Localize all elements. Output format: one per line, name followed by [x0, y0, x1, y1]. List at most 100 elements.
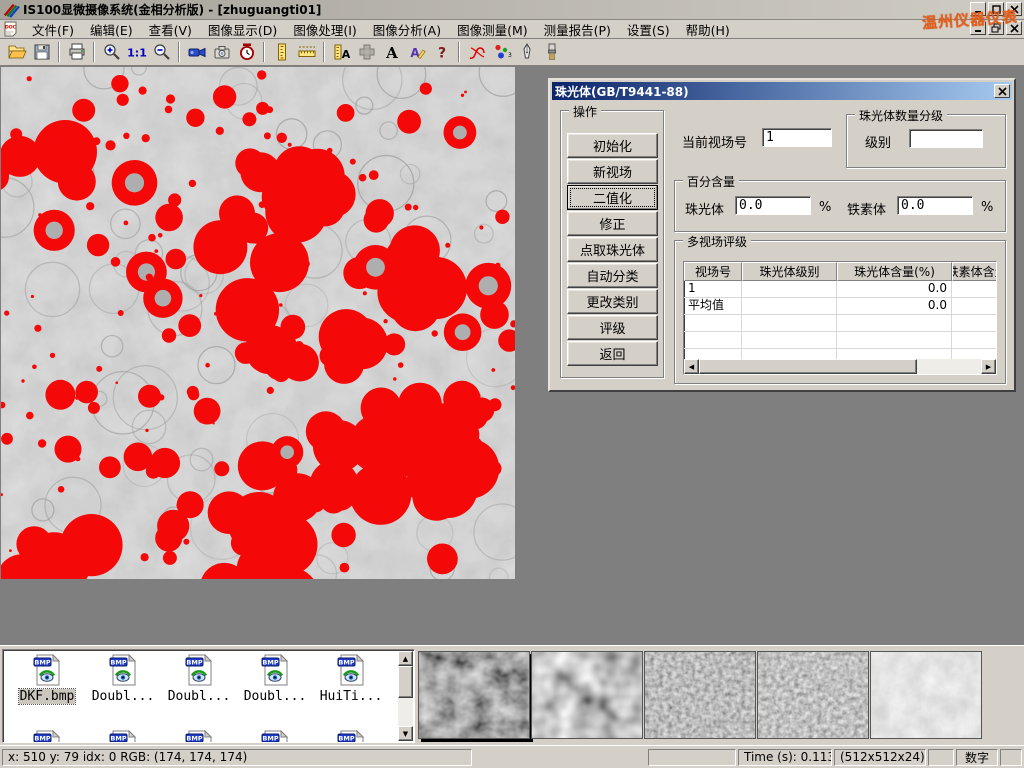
menu-item-0[interactable]: 文件(F) — [24, 19, 82, 40]
open-icon[interactable] — [4, 40, 29, 64]
thumbnail-image[interactable] — [531, 651, 643, 739]
file-browser: ▲ ▼ BMPDKF.bmpBMPDoubl...BMPDoubl...BMPD… — [2, 649, 415, 743]
op-button-5[interactable]: 自动分类 — [567, 263, 658, 288]
dialog-title-bar[interactable]: 珠光体(GB/T9441-88) — [552, 82, 1012, 100]
caliper-icon[interactable] — [269, 40, 294, 64]
timer-icon[interactable] — [234, 40, 259, 64]
table-column-header[interactable]: 铁素体含量(%) — [952, 262, 997, 281]
document-icon[interactable]: DOC — [3, 21, 20, 37]
mdi-close-button[interactable] — [1006, 21, 1022, 35]
file-scroll-thumb[interactable] — [398, 666, 413, 698]
minimize-button[interactable] — [970, 2, 986, 16]
op-button-8[interactable]: 返回 — [567, 341, 658, 366]
op-button-0[interactable]: 初始化 — [567, 133, 658, 158]
menu-item-6[interactable]: 图像测量(M) — [449, 19, 536, 40]
pattern-stamp-icon[interactable] — [354, 40, 379, 64]
thumbnail-image[interactable] — [757, 651, 869, 739]
ferrite-percent-input[interactable] — [897, 196, 973, 215]
annotate-icon[interactable]: A — [404, 40, 429, 64]
svg-text:A: A — [341, 48, 350, 61]
table-body: 10.0平均值0.0 — [684, 281, 996, 366]
file-name: Doubl... — [91, 689, 156, 704]
ruler-icon[interactable] — [294, 40, 319, 64]
table-hscrollbar[interactable]: ◀ ▶ — [684, 359, 996, 374]
menu-item-8[interactable]: 设置(S) — [619, 19, 678, 40]
op-button-4[interactable]: 点取珠光体 — [567, 237, 658, 262]
maximize-button[interactable] — [988, 2, 1004, 16]
mode-status: 数字 — [956, 749, 998, 766]
level-input[interactable] — [909, 129, 983, 148]
menu-item-7[interactable]: 测量报告(P) — [536, 19, 619, 40]
pearlite-dialog: 珠光体(GB/T9441-88) 操作 初始化新视场二值化修正点取珠光体自动分类… — [548, 78, 1016, 392]
file-vscrollbar[interactable]: ▲ ▼ — [398, 651, 413, 741]
table-cell — [684, 332, 742, 348]
mdi-restore-button[interactable] — [988, 21, 1004, 35]
menu-item-9[interactable]: 帮助(H) — [678, 19, 738, 40]
print-icon[interactable] — [64, 40, 89, 64]
thumbnail-image[interactable] — [418, 651, 530, 739]
spline-icon[interactable] — [464, 40, 489, 64]
zoom-out-icon[interactable] — [149, 40, 174, 64]
file-item[interactable]: BMPDoubl... — [163, 654, 235, 704]
menu-item-4[interactable]: 图像处理(I) — [285, 19, 364, 40]
scroll-thumb[interactable] — [699, 359, 917, 374]
table-cell — [742, 315, 837, 331]
file-item[interactable]: BMPDoubl... — [239, 654, 311, 704]
menu-item-1[interactable]: 编辑(E) — [82, 19, 141, 40]
metallographic-image[interactable] — [1, 67, 515, 579]
bottom-panel: ▲ ▼ BMPDKF.bmpBMPDoubl...BMPDoubl...BMPD… — [0, 645, 1024, 745]
file-item[interactable]: BMP — [239, 730, 311, 743]
table-cell — [837, 332, 952, 348]
op-button-6[interactable]: 更改类别 — [567, 289, 658, 314]
file-item[interactable]: BMPDoubl... — [87, 654, 159, 704]
zoom-in-icon[interactable] — [99, 40, 124, 64]
dialog-close-button[interactable] — [994, 84, 1010, 98]
bmp-file-icon: BMP — [108, 675, 138, 689]
table-row[interactable]: 10.0 — [684, 281, 996, 298]
thumbnail-image[interactable] — [870, 651, 982, 739]
file-item[interactable]: BMPHuiTi... — [315, 654, 387, 704]
file-item[interactable]: BMP — [315, 730, 387, 743]
camera-icon[interactable] — [209, 40, 234, 64]
op-button-7[interactable]: 评级 — [567, 315, 658, 340]
file-item[interactable]: BMP — [87, 730, 159, 743]
save-icon[interactable] — [29, 40, 54, 64]
scroll-right-button[interactable]: ▶ — [981, 359, 996, 374]
text-icon[interactable]: A — [379, 40, 404, 64]
table-row[interactable]: 平均值0.0 — [684, 298, 996, 315]
file-item[interactable]: BMPDKF.bmp — [11, 654, 83, 704]
close-button[interactable] — [1006, 2, 1022, 16]
file-item[interactable]: BMP — [163, 730, 235, 743]
actual-size-icon[interactable]: 1:1 — [124, 40, 149, 64]
scroll-left-button[interactable]: ◀ — [684, 359, 699, 374]
table-row[interactable] — [684, 315, 996, 332]
file-item[interactable]: BMP — [11, 730, 83, 743]
menu-item-3[interactable]: 图像显示(D) — [200, 19, 285, 40]
table-column-header[interactable]: 视场号 — [684, 262, 742, 281]
table-cell — [684, 315, 742, 331]
scroll-down-button[interactable]: ▼ — [398, 726, 413, 741]
menu-item-2[interactable]: 查看(V) — [141, 19, 200, 40]
scroll-up-button[interactable]: ▲ — [398, 651, 413, 666]
svg-text:BMP: BMP — [338, 735, 354, 743]
op-button-3[interactable]: 修正 — [567, 211, 658, 236]
brush-icon[interactable] — [539, 40, 564, 64]
table-column-header[interactable]: 珠光体级别 — [742, 262, 837, 281]
video-camera-icon[interactable] — [184, 40, 209, 64]
rating-group-label: 多视场评级 — [683, 233, 751, 250]
table-column-header[interactable]: 珠光体含量(%) — [837, 262, 952, 281]
op-button-2[interactable]: 二值化 — [567, 185, 658, 210]
pearlite-percent-input[interactable] — [735, 196, 811, 215]
table-cell: 平均值 — [684, 298, 742, 314]
help-icon[interactable]: ? — [429, 40, 454, 64]
mdi-minimize-button[interactable] — [970, 21, 986, 35]
measure-text-icon[interactable]: A — [329, 40, 354, 64]
thumbnail-image[interactable] — [644, 651, 756, 739]
count-particles-icon[interactable]: 3 — [489, 40, 514, 64]
op-button-1[interactable]: 新视场 — [567, 159, 658, 184]
menu-item-5[interactable]: 图像分析(A) — [365, 19, 449, 40]
current-field-input[interactable] — [762, 128, 832, 147]
pen-icon[interactable] — [514, 40, 539, 64]
table-row[interactable] — [684, 332, 996, 349]
toolbar-separator — [263, 42, 265, 62]
